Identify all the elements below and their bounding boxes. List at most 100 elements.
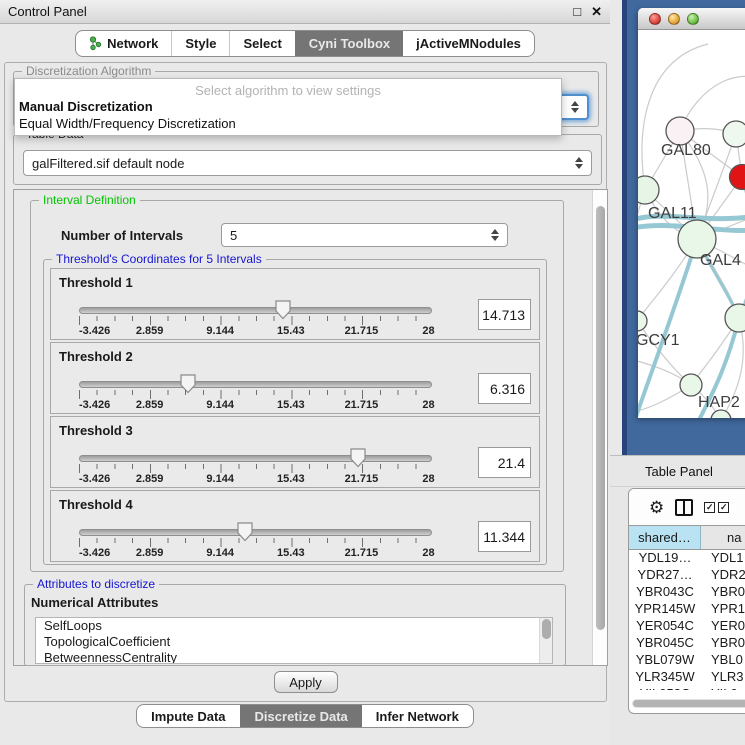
network-window-titlebar[interactable] [638, 8, 745, 30]
table-row[interactable]: YBR045CYBR0 [629, 635, 745, 652]
group-title: Threshold's Coordinates for 5 Intervals [52, 252, 266, 266]
num-intervals-value: 5 [230, 228, 237, 243]
slider-ticks [79, 390, 433, 399]
num-intervals-select[interactable]: 5 [221, 223, 508, 247]
list-item[interactable]: BetweennessCentrality [36, 650, 552, 664]
dropdown-option-equal-width[interactable]: Equal Width/Frequency Discretization [15, 115, 561, 132]
vertical-scrollbar[interactable] [592, 190, 607, 665]
minimize-traffic-light-icon[interactable] [668, 13, 680, 25]
table-row[interactable]: YER054CYER0 [629, 618, 745, 635]
slider-track[interactable] [79, 529, 432, 536]
table-data-value: galFiltered.sif default node [32, 156, 184, 171]
table-row[interactable]: YBR043CYBR0 [629, 584, 745, 601]
cyni-toolbox-panel: Discretization Algorithm Select algorith… [4, 62, 607, 702]
network-window[interactable]: GAL80 GA C GAL11 GAL4 GCY1 H HAP2 [638, 8, 745, 418]
table-row[interactable]: YDR27…YDR2 [629, 567, 745, 584]
table-body: YDL19…YDL1 YDR27…YDR2 YBR043CYBR0 YPR145… [629, 550, 745, 690]
slider-ticks [79, 316, 433, 325]
apply-button[interactable]: Apply [274, 671, 338, 693]
column-header-shared[interactable]: shared… [629, 526, 701, 549]
numerical-attributes-list: SelfLoops TopologicalCoefficient Between… [35, 617, 553, 664]
table-data-group: Table Data galFiltered.sif default node [13, 134, 602, 185]
slider-track[interactable] [79, 455, 432, 462]
node-gcy1[interactable] [638, 311, 647, 331]
node-label: GAL80 [661, 142, 711, 159]
node-label: GCY1 [638, 332, 680, 349]
table-row[interactable]: YBL079WYBL0 [629, 652, 745, 669]
network-view-area: GAL80 GA C GAL11 GAL4 GCY1 H HAP2 [610, 0, 745, 455]
float-window-icon[interactable]: □ [573, 4, 581, 20]
tab-discretize-data[interactable]: Discretize Data [240, 705, 362, 727]
desktop-frame: GAL80 GA C GAL11 GAL4 GCY1 H HAP2 [622, 0, 745, 455]
tab-select[interactable]: Select [229, 31, 294, 56]
network-icon [89, 36, 102, 51]
dropdown-option-manual[interactable]: Manual Discretization [15, 98, 561, 115]
threshold-4-slider[interactable]: -3.426 2.859 9.144 15.43 21.715 28 [79, 529, 432, 559]
slider-tick-labels: -3.426 2.859 9.144 15.43 21.715 28 [79, 547, 432, 559]
node-bottom-partial[interactable] [711, 410, 731, 418]
numerical-attributes-label: Numerical Attributes [31, 595, 158, 610]
slider-ticks [79, 538, 433, 547]
node-label: GAL11 [648, 205, 697, 222]
node-table: ⚙ ✓ ✓ shared… na YDL19…YDL1 YDR27…YDR2 Y… [628, 488, 745, 714]
threshold-panel-2: Threshold 2 -3.426 2.859 9. [50, 342, 540, 414]
node-gal11[interactable] [638, 176, 659, 204]
column-header-name[interactable]: na [701, 526, 745, 549]
algorithm-dropdown-popup: Select algorithm to view settings Manual… [14, 78, 562, 136]
horizontal-scrollbar[interactable] [632, 699, 745, 708]
group-title: Attributes to discretize [33, 577, 159, 591]
group-title: Interval Definition [39, 193, 140, 207]
threshold-3-value[interactable]: 21.4 [478, 447, 531, 478]
threshold-panel-1: Threshold 1 -3.426 2.859 9. [50, 268, 540, 340]
slider-tick-labels: -3.426 2.859 9.144 15.43 21.715 28 [79, 325, 432, 337]
checkbox-icon[interactable]: ✓ [718, 502, 729, 513]
table-row[interactable]: YDL19…YDL1 [629, 550, 745, 567]
thresholds-group: Threshold's Coordinates for 5 Intervals … [43, 259, 547, 565]
gear-icon[interactable]: ⚙ [649, 499, 664, 516]
tab-infer-network[interactable]: Infer Network [362, 705, 473, 727]
network-canvas[interactable]: GAL80 GA C GAL11 GAL4 GCY1 H HAP2 [638, 30, 745, 418]
node-label: HAP2 [698, 394, 740, 411]
node-hap2[interactable] [680, 374, 702, 396]
slider-track[interactable] [79, 381, 432, 388]
tab-style[interactable]: Style [171, 31, 229, 56]
list-item[interactable]: SelfLoops [36, 618, 552, 634]
table-row[interactable]: YPR145WYPR1 [629, 601, 745, 618]
tab-impute-data[interactable]: Impute Data [137, 705, 239, 727]
tab-cyni-toolbox[interactable]: Cyni Toolbox [295, 31, 403, 56]
table-data-select[interactable]: galFiltered.sif default node [23, 150, 592, 176]
node-red-selected[interactable] [730, 165, 745, 190]
node-h[interactable] [725, 304, 745, 332]
threshold-1-value[interactable]: 14.713 [478, 299, 531, 330]
split-panel-icon[interactable] [675, 499, 693, 516]
table-toolbar: ⚙ ✓ ✓ [629, 489, 745, 525]
threshold-4-value[interactable]: 11.344 [478, 521, 531, 552]
zoom-traffic-light-icon[interactable] [687, 13, 699, 25]
table-row[interactable]: YIL052CYIL0 [629, 686, 745, 690]
tab-jactivemnodules[interactable]: jActiveMNodules [403, 31, 534, 56]
spinner-icon [575, 157, 583, 169]
node-gal80[interactable] [666, 117, 694, 145]
list-item[interactable]: TopologicalCoefficient [36, 634, 552, 650]
top-tab-bar: Network Style Select Cyni Toolbox jActiv… [0, 30, 610, 57]
node-label: GAL4 [700, 252, 741, 269]
dropdown-placeholder: Select algorithm to view settings [15, 79, 561, 98]
threshold-2-slider[interactable]: -3.426 2.859 9.144 15.43 21.715 28 [79, 381, 432, 411]
node-partial-top-right[interactable] [723, 121, 745, 147]
attributes-group: Attributes to discretize Numerical Attri… [24, 584, 566, 666]
threshold-1-slider[interactable]: -3.426 2.859 9.144 15.43 21.715 28 [79, 307, 432, 337]
list-scrollbar[interactable] [539, 618, 552, 663]
table-row[interactable]: YLR345WYLR3 [629, 669, 745, 686]
close-icon[interactable]: ✕ [591, 4, 602, 20]
slider-ticks [79, 464, 433, 473]
slider-track[interactable] [79, 307, 432, 314]
close-traffic-light-icon[interactable] [649, 13, 661, 25]
checkbox-icon[interactable]: ✓ [704, 502, 715, 513]
tab-network[interactable]: Network [76, 31, 171, 56]
threshold-2-value[interactable]: 6.316 [478, 373, 531, 404]
bottom-tab-bar: Impute Data Discretize Data Infer Networ… [0, 704, 610, 728]
threshold-3-slider[interactable]: -3.426 2.859 9.144 15.43 21.715 28 [79, 455, 432, 485]
group-title: Discretization Algorithm [22, 64, 155, 78]
panel-title: Control Panel [8, 4, 87, 19]
interval-definition-group: Interval Definition Number of Intervals … [30, 200, 564, 572]
